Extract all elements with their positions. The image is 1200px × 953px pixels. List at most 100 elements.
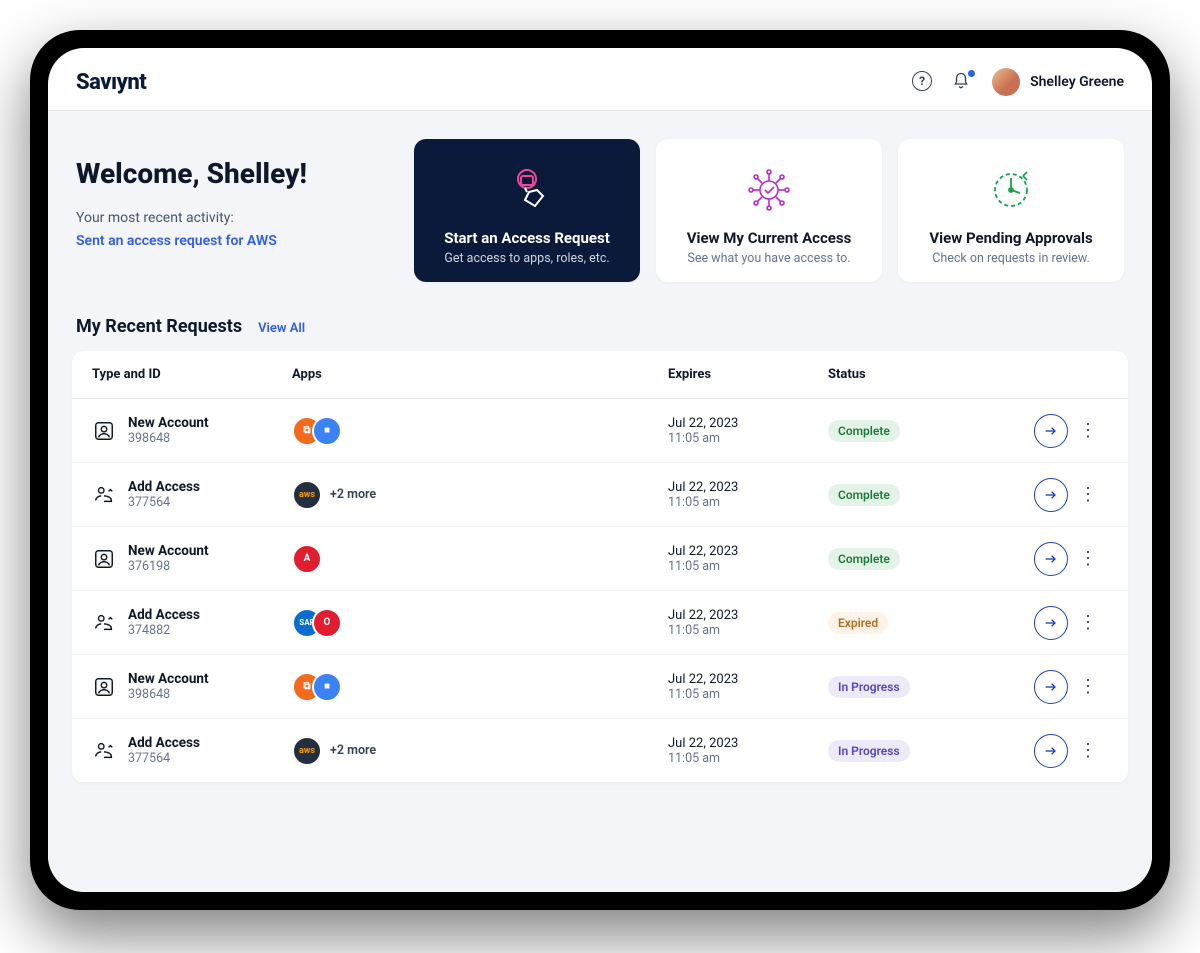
open-request-button[interactable] <box>1034 414 1068 448</box>
apps-more-count: +2 more <box>330 743 376 758</box>
arrow-right-icon <box>1043 615 1059 631</box>
row-more-button[interactable]: ⋮ <box>1079 484 1097 505</box>
row-more-button[interactable]: ⋮ <box>1079 548 1097 569</box>
expires-date: Jul 22, 2023 <box>668 672 828 687</box>
table-header: Type and ID Apps Expires Status <box>72 351 1128 399</box>
open-request-button[interactable] <box>1034 734 1068 768</box>
expires-time: 11:05 am <box>668 559 828 574</box>
add-access-icon <box>92 739 116 763</box>
card-start-access-request[interactable]: Start an Access Request Get access to ap… <box>414 139 640 282</box>
request-id: 374882 <box>128 623 200 638</box>
access-request-icon <box>499 157 555 223</box>
arrow-right-icon <box>1043 423 1059 439</box>
expires-time: 11:05 am <box>668 687 828 702</box>
expires-cell: Jul 22, 202311:05 am <box>668 608 828 638</box>
expires-cell: Jul 22, 202311:05 am <box>668 480 828 510</box>
expires-date: Jul 22, 2023 <box>668 608 828 623</box>
expires-cell: Jul 22, 202311:05 am <box>668 416 828 446</box>
help-button[interactable]: ? <box>912 71 934 93</box>
request-id: 376198 <box>128 559 209 574</box>
status-cell: Complete <box>828 420 998 442</box>
tablet-frame: Savıynt ? Shelley Greene Welcome, Shelle… <box>30 30 1170 910</box>
table-row: Add Access377564aws +2 more Jul 22, 202311… <box>72 463 1128 527</box>
arrow-right-icon <box>1043 487 1059 503</box>
expires-time: 11:05 am <box>668 495 828 510</box>
card-title: View My Current Access <box>687 229 852 247</box>
apps-cell: A <box>292 544 668 574</box>
row-more-button[interactable]: ⋮ <box>1079 612 1097 633</box>
requests-title: My Recent Requests <box>76 316 242 337</box>
card-subtitle: Check on requests in review. <box>932 251 1090 266</box>
open-request-button[interactable] <box>1034 670 1068 704</box>
apps-cell: ⧉■ <box>292 672 668 702</box>
more-icon: ⋮ <box>1079 484 1097 505</box>
type-cell: Add Access377564 <box>92 735 292 766</box>
status-badge: Expired <box>828 612 888 634</box>
app-screen: Savıynt ? Shelley Greene Welcome, Shelle… <box>48 48 1152 892</box>
more-icon: ⋮ <box>1079 740 1097 761</box>
user-menu[interactable]: Shelley Greene <box>992 68 1124 96</box>
expires-date: Jul 22, 2023 <box>668 480 828 495</box>
more-icon: ⋮ <box>1079 676 1097 697</box>
status-cell: In Progress <box>828 740 998 762</box>
table-row: New Account376198AJul 22, 202311:05 amCo… <box>72 527 1128 591</box>
header: Savıynt ? Shelley Greene <box>48 48 1152 111</box>
status-cell: Expired <box>828 612 998 634</box>
type-cell: New Account376198 <box>92 543 292 574</box>
request-type: New Account <box>128 671 209 687</box>
request-type: Add Access <box>128 607 200 623</box>
new-account-icon <box>92 547 116 571</box>
open-request-button[interactable] <box>1034 542 1068 576</box>
table-row: New Account398648 ⧉■Jul 22, 202311:05 amI… <box>72 655 1128 719</box>
status-badge: In Progress <box>828 676 910 698</box>
more-icon: ⋮ <box>1079 548 1097 569</box>
request-type: New Account <box>128 543 209 559</box>
expires-time: 11:05 am <box>668 751 828 766</box>
status-cell: Complete <box>828 484 998 506</box>
apps-cell: SAPO <box>292 608 668 638</box>
main-content: Welcome, Shelley! Your most recent activ… <box>48 111 1152 892</box>
current-access-icon <box>741 157 797 223</box>
app-icon-aws: aws <box>292 480 322 510</box>
app-icon-blue_video: ■ <box>312 416 342 446</box>
activity-label: Your most recent activity: <box>76 210 396 226</box>
card-subtitle: See what you have access to. <box>687 251 850 266</box>
apps-cell: aws +2 more <box>292 736 668 766</box>
pending-approvals-icon <box>983 157 1039 223</box>
request-id: 398648 <box>128 687 209 702</box>
type-cell: Add Access377564 <box>92 479 292 510</box>
card-subtitle: Get access to apps, roles, etc. <box>444 251 609 266</box>
add-access-icon <box>92 611 116 635</box>
more-icon: ⋮ <box>1079 420 1097 441</box>
apps-more-count: +2 more <box>330 487 376 502</box>
user-name: Shelley Greene <box>1030 74 1124 90</box>
row-more-button[interactable]: ⋮ <box>1079 420 1097 441</box>
col-apps: Apps <box>292 367 668 382</box>
arrow-right-icon <box>1043 551 1059 567</box>
request-type: Add Access <box>128 479 200 495</box>
app-icon-blue_video: ■ <box>312 672 342 702</box>
type-cell: New Account398648 <box>92 415 292 446</box>
hero: Welcome, Shelley! Your most recent activ… <box>48 111 1152 306</box>
activity-link[interactable]: Sent an access request for AWS <box>76 233 277 249</box>
status-badge: Complete <box>828 420 900 442</box>
view-all-link[interactable]: View All <box>258 321 305 336</box>
notifications-button[interactable] <box>952 71 974 93</box>
expires-date: Jul 22, 2023 <box>668 416 828 431</box>
row-more-button[interactable]: ⋮ <box>1079 676 1097 697</box>
app-icon-oracle: O <box>312 608 342 638</box>
arrow-right-icon <box>1043 679 1059 695</box>
status-badge: In Progress <box>828 740 910 762</box>
card-view-pending-approvals[interactable]: View Pending Approvals Check on requests… <box>898 139 1124 282</box>
open-request-button[interactable] <box>1034 478 1068 512</box>
status-cell: Complete <box>828 548 998 570</box>
open-request-button[interactable] <box>1034 606 1068 640</box>
row-more-button[interactable]: ⋮ <box>1079 740 1097 761</box>
col-expires: Expires <box>668 367 828 382</box>
app-icon-aws: aws <box>292 736 322 766</box>
new-account-icon <box>92 419 116 443</box>
col-status: Status <box>828 367 998 382</box>
card-view-current-access[interactable]: View My Current Access See what you have… <box>656 139 882 282</box>
apps-cell: ⧉■ <box>292 416 668 446</box>
welcome-title: Welcome, Shelley! <box>76 157 396 190</box>
